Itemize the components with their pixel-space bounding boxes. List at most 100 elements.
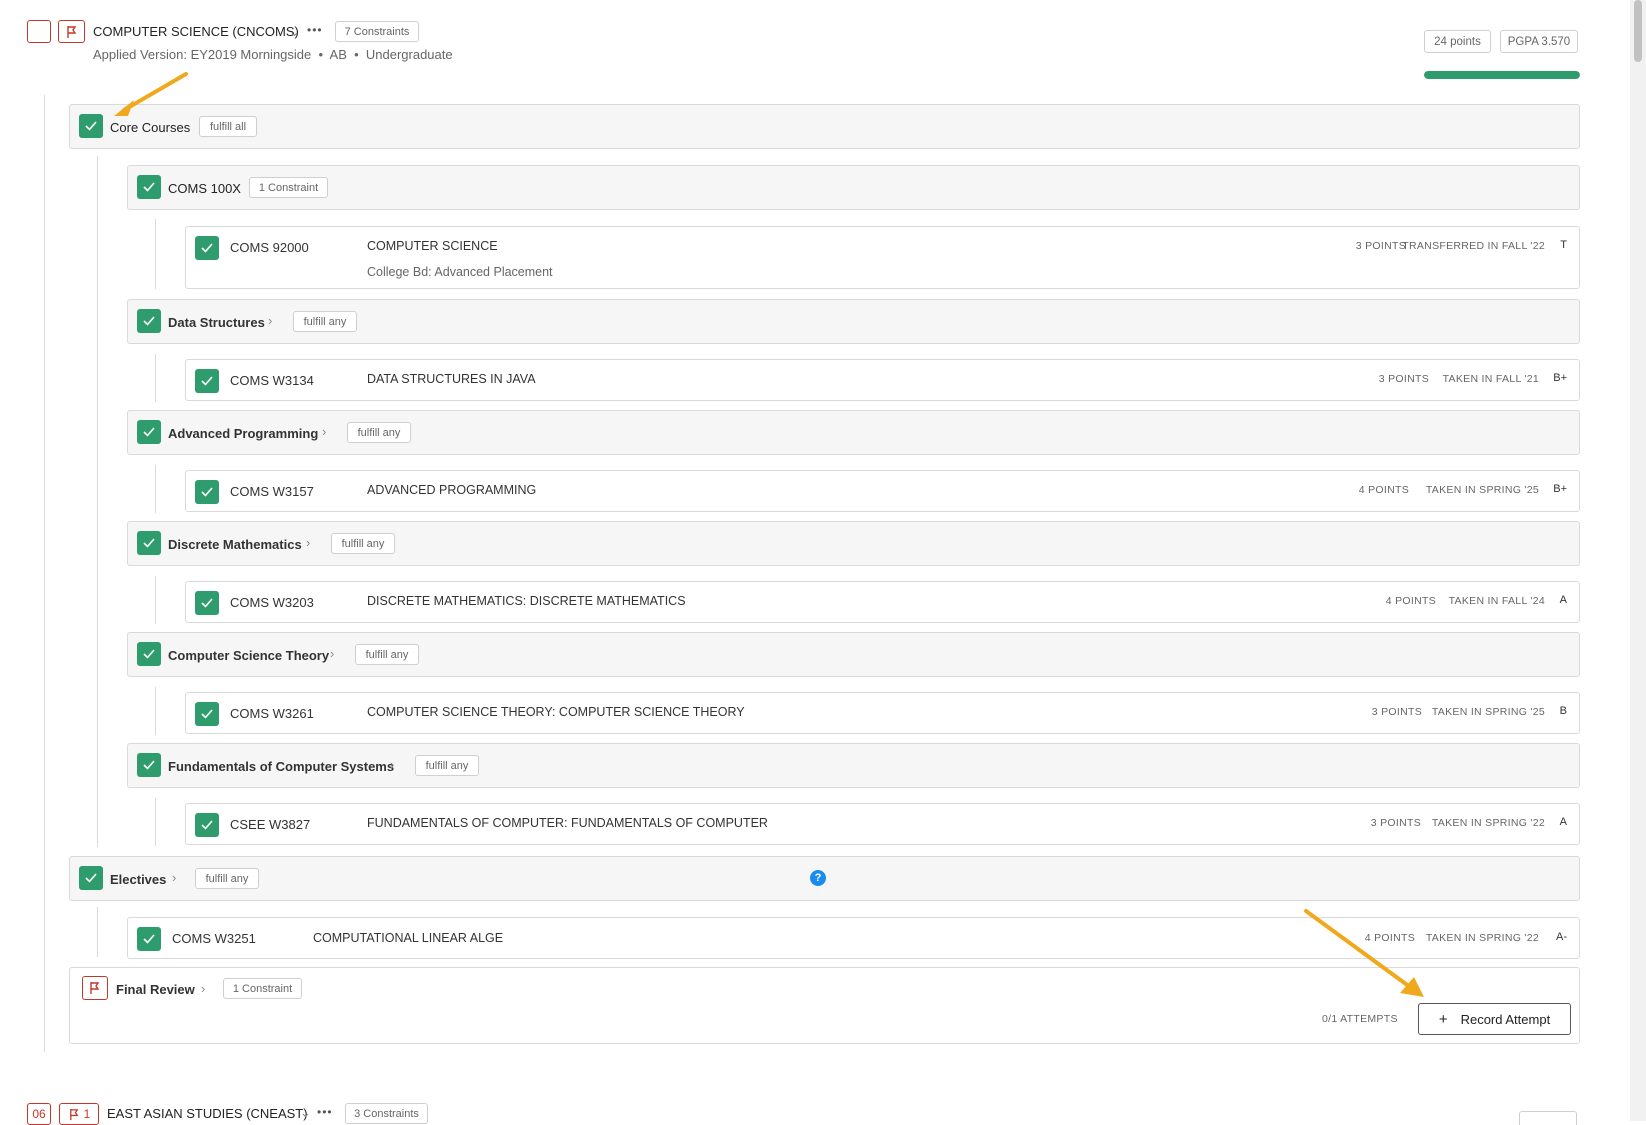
requirement-group-row[interactable]: Advanced Programming › fulfill any [127, 410, 1580, 455]
help-icon[interactable]: ? [810, 870, 826, 886]
flag-icon [90, 982, 100, 994]
course-name: ADVANCED PROGRAMMING [367, 483, 537, 497]
flag-icon [66, 25, 76, 38]
check-icon [195, 369, 219, 393]
fulfill-tag: fulfill any [293, 311, 357, 332]
program-title: EAST ASIAN STUDIES (CNEAST) [107, 1106, 308, 1121]
course-row[interactable]: COMS W3203 DISCRETE MATHEMATICS: DISCRETE… [185, 581, 1580, 623]
electives-title: Electives [110, 872, 167, 887]
tree-line [44, 95, 45, 1052]
fulfill-tag: fulfill any [347, 422, 411, 443]
requirement-group-row[interactable]: Discrete Mathematics › fulfill any [127, 521, 1580, 566]
chevron-right-icon[interactable]: › [330, 646, 334, 661]
group-title: Data Structures [168, 315, 265, 330]
flag-button[interactable] [82, 976, 108, 1000]
select-checkbox[interactable] [27, 20, 51, 43]
course-points: 3 POINTS [1378, 373, 1429, 385]
course-grade: B+ [1553, 483, 1567, 495]
group-title: Computer Science Theory [168, 648, 330, 663]
course-row[interactable]: COMS W3261 COMPUTER SCIENCE THEORY: COMPU… [185, 692, 1580, 734]
requirement-group-row[interactable]: Data Structures › fulfill any [127, 299, 1580, 344]
check-icon [195, 480, 219, 504]
scrollbar-thumb[interactable] [1634, 0, 1642, 62]
course-code: COMS 92000 [230, 240, 309, 255]
chevron-right-icon[interactable]: › [322, 424, 326, 439]
flag-count: 1 [83, 1107, 91, 1121]
course-status: TAKEN IN SPRING '25 [1431, 706, 1545, 718]
check-icon [137, 531, 161, 555]
check-icon [137, 309, 161, 333]
course-grade: T [1560, 239, 1567, 251]
course-code: COMS W3251 [172, 931, 256, 946]
course-points: 4 POINTS [1385, 595, 1436, 607]
requirement-group-row[interactable]: Fundamentals of Computer Systems › fulfill… [127, 743, 1580, 788]
constraint-tag[interactable]: 1 Constraint [223, 978, 302, 999]
tree-line [155, 354, 156, 402]
electives-row[interactable]: Electives › fulfill any ? [69, 856, 1580, 901]
record-attempt-button[interactable]: + Record Attempt [1418, 1003, 1571, 1035]
plus-icon: + [1438, 1010, 1448, 1028]
check-icon [137, 753, 161, 777]
chevron-down-icon[interactable]: ⌄ [300, 1105, 311, 1121]
chevron-right-icon[interactable]: › [268, 313, 272, 328]
course-code: CSEE W3827 [230, 817, 311, 832]
chevron-down-icon[interactable]: ⌄ [289, 24, 300, 40]
fulfill-tag: fulfill any [195, 868, 259, 889]
program-number: 06 [32, 1107, 46, 1121]
check-icon [137, 642, 161, 666]
final-review-title: Final Review [116, 982, 195, 997]
course-status: TAKEN IN SPRING '25 [1425, 484, 1539, 496]
more-options-button[interactable]: ••• [307, 23, 323, 37]
scrollbar-track[interactable] [1630, 0, 1646, 1121]
course-grade: B+ [1553, 372, 1567, 384]
check-icon [195, 236, 219, 260]
tree-line [97, 156, 98, 847]
progress-fill [1424, 71, 1580, 79]
annotation-arrow [114, 72, 188, 116]
tree-line [155, 465, 156, 513]
course-status: TRANSFERRED IN FALL '22 [1402, 240, 1545, 252]
fulfill-tag: fulfill any [415, 755, 479, 776]
course-points: 3 POINTS [1370, 817, 1421, 829]
pgpa-badge: PGPA 3.570 [1500, 30, 1578, 53]
requirement-group-row[interactable]: Computer Science Theory › fulfill any [127, 632, 1580, 677]
tree-line [155, 219, 156, 289]
course-row[interactable]: COMS W3134 DATA STRUCTURES IN JAVA 3 POINT… [185, 359, 1580, 401]
course-status: TAKEN IN SPRING '22 [1431, 817, 1545, 829]
check-icon [79, 114, 103, 138]
program-number-badge[interactable]: 06 [27, 1103, 51, 1125]
next-program-badge-partial [1519, 1111, 1577, 1125]
course-code: COMS W3134 [230, 373, 314, 388]
chevron-right-icon[interactable]: › [172, 870, 176, 885]
check-icon [137, 175, 161, 199]
fulfill-tag: fulfill any [355, 644, 419, 665]
group-title: Discrete Mathematics [168, 537, 302, 552]
tree-line [155, 687, 156, 735]
tree-line [155, 576, 156, 624]
check-icon [195, 591, 219, 615]
chevron-right-icon[interactable]: › [306, 535, 310, 550]
requirement-group-row[interactable]: COMS 100X 1 Constraint [127, 165, 1580, 210]
chevron-right-icon[interactable]: › [390, 757, 394, 772]
flag-button[interactable] [58, 20, 85, 43]
course-points: 4 POINTS [1358, 484, 1409, 496]
core-courses-title: Core Courses [110, 120, 191, 135]
flag-button[interactable]: 1 [59, 1103, 99, 1125]
chevron-right-icon[interactable]: › [201, 981, 205, 996]
constraint-tag[interactable]: 1 Constraint [249, 177, 328, 198]
annotation-arrow [1304, 909, 1424, 997]
course-grade: A [1559, 816, 1567, 828]
progress-bar [1424, 71, 1580, 79]
course-points: 3 POINTS [1371, 706, 1422, 718]
course-code: COMS W3203 [230, 595, 314, 610]
course-status: TAKEN IN FALL '24 [1448, 595, 1545, 607]
constraints-badge[interactable]: 7 Constraints [335, 21, 419, 42]
course-row[interactable]: COMS 92000 COMPUTER SCIENCE College Bd: Ad… [185, 226, 1580, 289]
more-options-button[interactable]: ••• [317, 1105, 333, 1119]
core-courses-row[interactable]: Core Courses fulfill all [69, 104, 1580, 149]
course-row[interactable]: CSEE W3827 FUNDAMENTALS OF COMPUTER: FUND… [185, 803, 1580, 845]
check-icon [195, 702, 219, 726]
check-icon [137, 420, 161, 444]
course-row[interactable]: COMS W3157 ADVANCED PROGRAMMING 4 POINTS TA… [185, 470, 1580, 512]
course-name: DISCRETE MATHEMATICS: DISCRETE MATHEMATI… [367, 594, 686, 608]
